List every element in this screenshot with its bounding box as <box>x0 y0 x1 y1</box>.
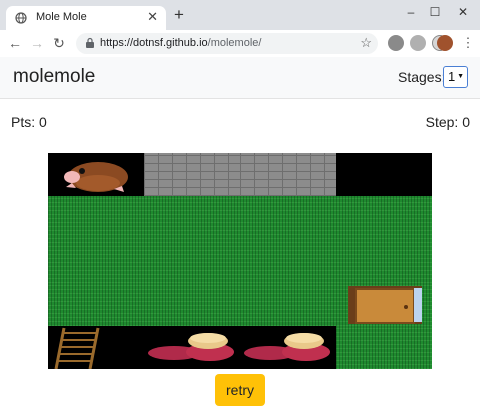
ladder-icon <box>54 327 100 369</box>
stage-select-value: 1 <box>448 69 456 84</box>
forward-icon[interactable]: → <box>27 33 47 53</box>
door-icon <box>348 285 422 324</box>
board-cell-ladder[interactable] <box>48 325 144 369</box>
board-cell-grass[interactable] <box>336 196 432 240</box>
plus-icon[interactable]: + <box>174 6 184 24</box>
address-bar[interactable]: https://dotnsf.github.io/molemole/ ☆ <box>76 33 378 54</box>
board-cell-grass[interactable] <box>144 239 240 283</box>
board-cell-door[interactable] <box>336 282 432 326</box>
board-cell-wall[interactable] <box>240 153 336 197</box>
minimize-icon[interactable]: – <box>402 4 420 20</box>
avatar[interactable] <box>437 35 453 51</box>
step-display: Step: 0 <box>426 114 470 130</box>
board-cell-grass[interactable] <box>336 325 432 369</box>
board-cell-grass[interactable] <box>240 196 336 240</box>
maximize-icon[interactable]: ☐ <box>426 4 444 20</box>
board-cell-grass[interactable] <box>240 239 336 283</box>
board-cell-mole[interactable] <box>48 153 144 197</box>
browser-toolbar: ← → ↻ https://dotnsf.github.io/molemole/… <box>0 30 480 57</box>
brand-title[interactable]: molemole <box>13 66 95 88</box>
board-cell-grass[interactable] <box>144 196 240 240</box>
chevron-down-icon: ▼ <box>457 73 464 80</box>
board-cell-wall[interactable] <box>144 153 240 197</box>
tab-strip: Mole Mole ✕ + – ☐ ✕ <box>0 0 480 30</box>
drive-extension-icon[interactable] <box>388 35 404 51</box>
points-label: Pts: <box>11 114 36 130</box>
reload-icon[interactable]: ↻ <box>49 33 69 53</box>
browser-tab[interactable]: Mole Mole ✕ <box>6 6 166 30</box>
board-cell-grass[interactable] <box>144 282 240 326</box>
stages-label: Stages: <box>398 69 446 85</box>
star-icon[interactable]: ☆ <box>360 35 372 51</box>
back-icon[interactable]: ← <box>5 33 25 53</box>
board-cell-empty[interactable] <box>336 153 432 197</box>
board-cell-grass[interactable] <box>240 282 336 326</box>
board-cell-grass[interactable] <box>48 196 144 240</box>
menu-icon[interactable]: ⋮ <box>458 33 478 53</box>
retry-button[interactable]: retry <box>215 374 265 406</box>
sweet-potato-icon <box>244 332 330 361</box>
board-cell-sweet-potato[interactable] <box>144 325 240 369</box>
extension-icon[interactable] <box>410 35 426 51</box>
board-cell-grass[interactable] <box>336 239 432 283</box>
mole-icon <box>64 162 128 192</box>
step-label: Step: <box>425 114 459 130</box>
board-cell-grass[interactable] <box>48 282 144 326</box>
url-path: /molemole/ <box>207 37 262 49</box>
points-display: Pts: 0 <box>11 114 47 130</box>
tab-title: Mole Mole <box>36 11 87 23</box>
board-cell-sweet-potato[interactable] <box>240 325 336 369</box>
close-icon[interactable]: ✕ <box>147 10 158 24</box>
stage-select[interactable]: 1 ▼ <box>443 66 468 88</box>
window-close-icon[interactable]: ✕ <box>454 4 472 20</box>
globe-icon <box>15 12 27 24</box>
sweet-potato-icon <box>148 332 234 361</box>
lock-icon <box>86 37 94 48</box>
points-value: 0 <box>39 114 47 130</box>
board-cell-grass[interactable] <box>48 239 144 283</box>
url-text: https://dotnsf.github.io/molemole/ <box>100 37 261 49</box>
navbar: molemole Stages: 1 ▼ <box>0 57 480 99</box>
url-host: https://dotnsf.github.io <box>100 37 208 49</box>
game-board[interactable] <box>48 153 432 369</box>
browser-chrome: Mole Mole ✕ + – ☐ ✕ ← → ↻ https://dotnsf… <box>0 0 480 57</box>
step-value: 0 <box>462 114 470 130</box>
